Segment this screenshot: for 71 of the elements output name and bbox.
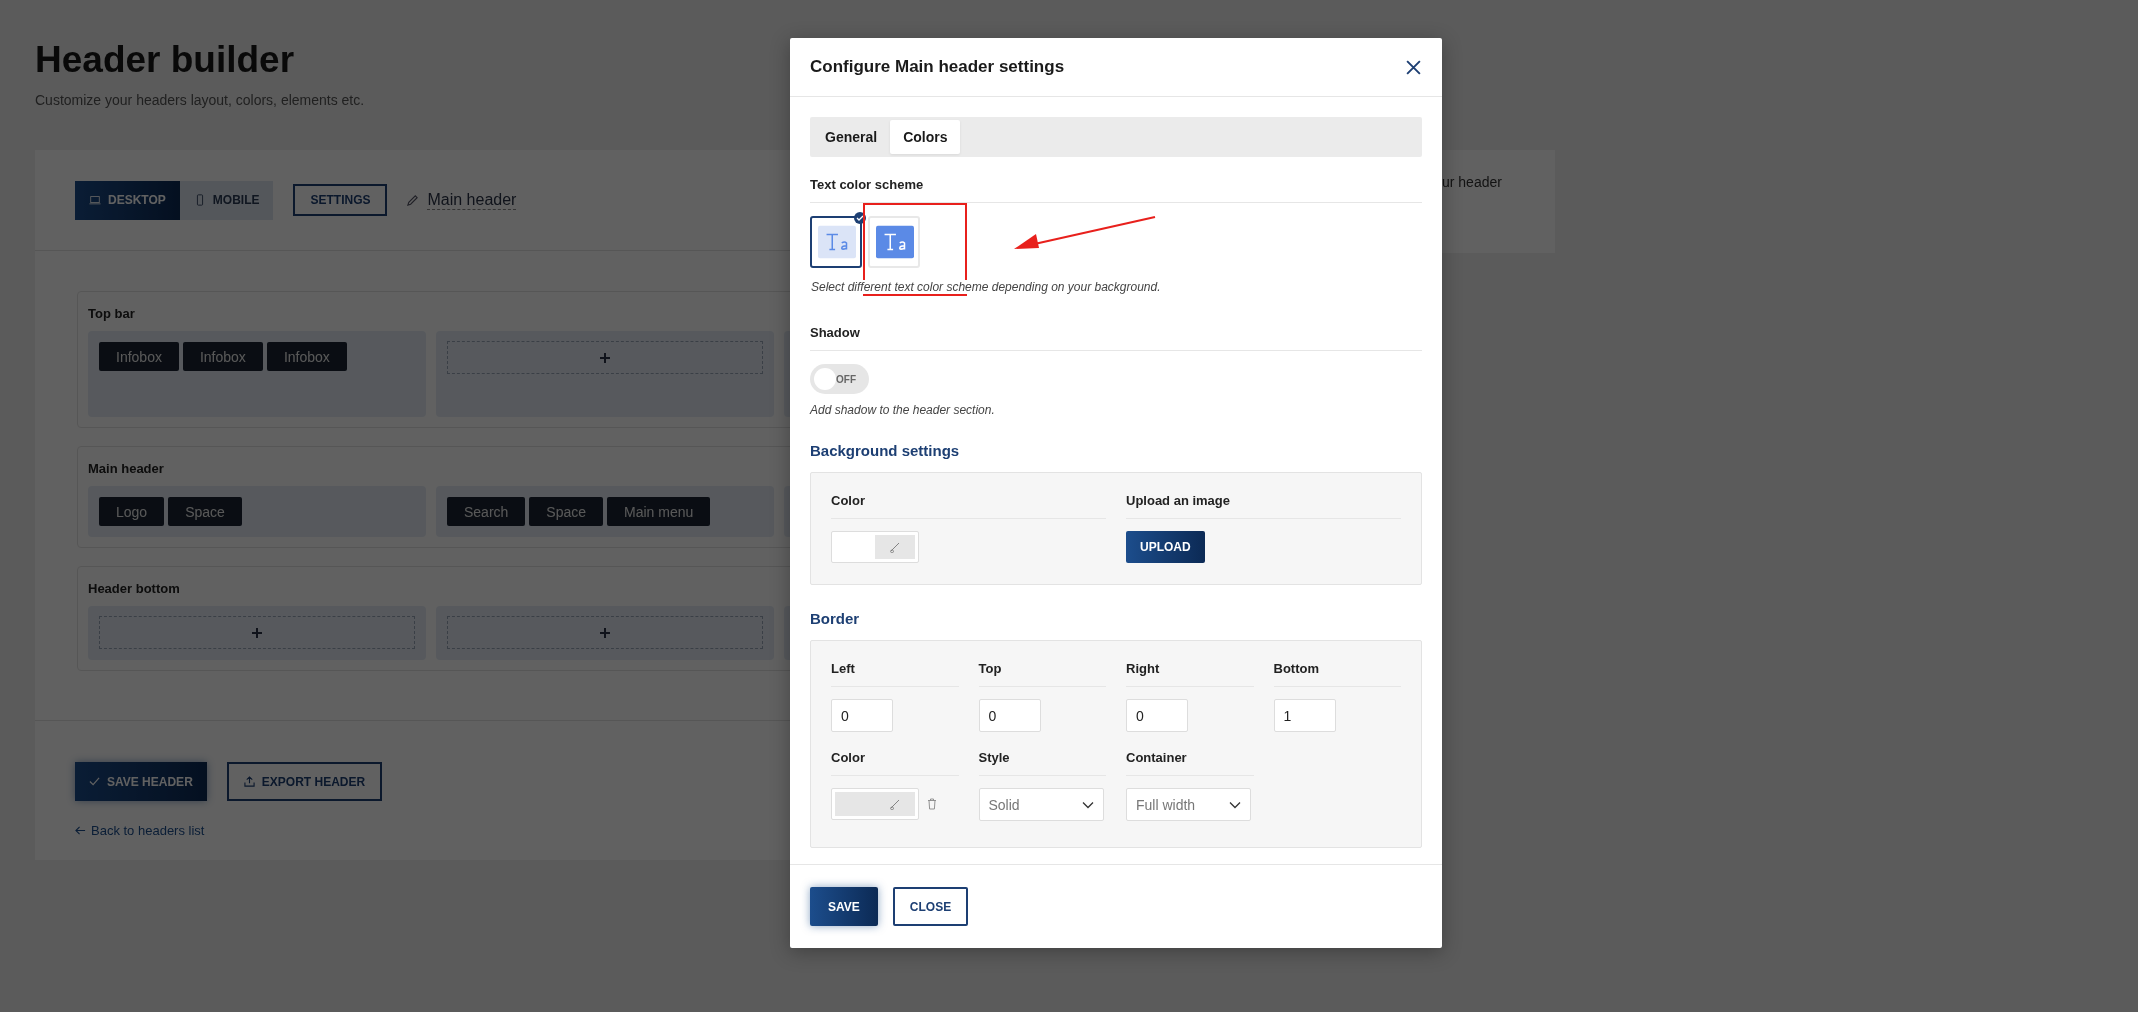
save-header-button[interactable]: SAVE HEADER — [75, 762, 207, 801]
element-chip[interactable]: Logo — [99, 497, 165, 526]
field-label: Color — [831, 493, 1106, 519]
section-heading: Border — [810, 610, 861, 627]
container-select[interactable]: Full width — [1126, 788, 1251, 821]
tab[interactable]: Colors — [890, 120, 961, 154]
field-label: Text color scheme — [810, 177, 1422, 203]
eyedropper-icon — [889, 541, 901, 553]
chevron-down-icon — [1229, 800, 1241, 809]
upload-icon — [243, 776, 255, 787]
section-heading: Background settings — [810, 442, 961, 459]
field-label: Container — [1126, 750, 1254, 776]
page-subtitle: Customize your headers layout, colors, elements etc. — [35, 92, 366, 108]
text-style-icon — [818, 225, 856, 259]
dialog-title: Configure Main header settings — [810, 57, 1065, 77]
pencil-icon — [406, 193, 420, 207]
section-title: Main header — [88, 461, 165, 476]
field-label: Upload an image — [1126, 493, 1401, 519]
back-link[interactable]: Back to headers list — [75, 823, 205, 838]
number-input[interactable]: 0 — [978, 699, 1041, 732]
close-icon[interactable] — [1405, 58, 1422, 76]
element-chip[interactable]: Infobox — [266, 342, 347, 371]
field-label: Style — [978, 750, 1106, 776]
add-element-button[interactable] — [99, 616, 415, 649]
page-title: Header builder — [35, 38, 295, 82]
field-label: Left — [831, 661, 959, 687]
field-label: Bottom — [1273, 661, 1401, 687]
header-name[interactable]: Main header — [427, 190, 517, 210]
text-style-icon — [876, 225, 914, 259]
element-chip[interactable]: Main menu — [607, 497, 711, 526]
help-text: Add shadow to the header section. — [810, 403, 996, 417]
style-select[interactable]: Solid — [978, 788, 1104, 821]
export-header-button[interactable]: EXPORT HEADER — [226, 762, 383, 801]
device-tab[interactable]: DESKTOP — [75, 180, 180, 220]
upload-button[interactable]: UPLOAD — [1126, 531, 1205, 563]
device-tab[interactable]: MOBILE — [179, 180, 274, 220]
save-button[interactable]: SAVE — [810, 887, 878, 926]
close-button[interactable]: CLOSE — [892, 887, 969, 926]
trash-icon[interactable] — [927, 798, 937, 810]
check-badge-icon — [854, 212, 866, 224]
section-title: Header bottom — [88, 581, 181, 596]
check-icon — [89, 776, 100, 787]
eyedropper-icon — [889, 798, 901, 810]
add-element-button[interactable] — [447, 616, 763, 649]
plus-icon — [251, 626, 263, 639]
field-label: Top — [978, 661, 1106, 687]
add-element-button[interactable] — [447, 341, 763, 374]
section-title: Top bar — [88, 306, 136, 321]
arrow-left-icon — [75, 825, 86, 836]
element-chip[interactable]: Infobox — [182, 342, 263, 371]
color-picker[interactable] — [831, 531, 919, 563]
element-chip[interactable]: Space — [168, 497, 242, 526]
field-label: Right — [1126, 661, 1254, 687]
settings-button[interactable]: SETTINGS — [293, 184, 388, 216]
element-chip[interactable]: Infobox — [99, 342, 179, 371]
number-input[interactable]: 0 — [831, 699, 893, 732]
laptop-icon — [89, 194, 101, 206]
chevron-down-icon — [1081, 800, 1094, 809]
field-label: Color — [831, 750, 959, 776]
shadow-toggle[interactable]: OFF — [810, 364, 869, 394]
field-label: Shadow — [810, 325, 1422, 351]
number-input[interactable]: 1 — [1273, 699, 1336, 732]
element-chip[interactable]: Search — [447, 497, 526, 526]
help-text: Select different text color scheme depending on your background. — [810, 280, 1162, 294]
tab[interactable]: General — [812, 120, 891, 154]
plus-icon — [599, 626, 611, 639]
color-picker[interactable] — [831, 788, 919, 820]
info-text: ur header — [1442, 174, 1502, 190]
number-input[interactable]: 0 — [1126, 699, 1188, 732]
plus-icon — [599, 351, 611, 364]
element-chip[interactable]: Space — [529, 497, 604, 526]
